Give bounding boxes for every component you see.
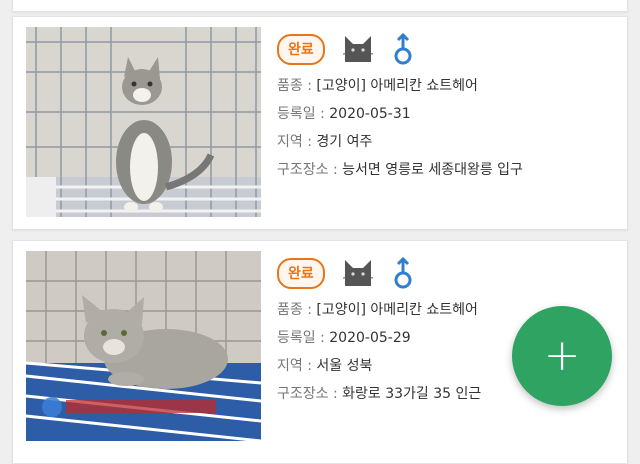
cat-icon: [341, 256, 375, 290]
region-label: 지역 :: [277, 358, 317, 374]
previous-listing-card[interactable]: [12, 0, 628, 12]
date-label: 등록일 :: [277, 106, 330, 122]
region-label: 지역 :: [277, 134, 317, 150]
date-label: 등록일 :: [277, 330, 330, 346]
breed-label: 품종 :: [277, 78, 317, 94]
rescue-label: 구조장소 :: [277, 386, 343, 402]
listing-icons: 완료: [277, 29, 617, 69]
rescue-label: 구조장소 :: [277, 162, 343, 178]
date-value: 2020-05-29: [329, 330, 411, 346]
status-badge: 완료: [277, 257, 325, 289]
listing-card[interactable]: 완료 품종 : [고양이] 아메리칸 쇼트헤어 등록일 : 2020-: [12, 16, 628, 230]
animal-photo[interactable]: [26, 251, 261, 441]
date-value: 2020-05-31: [329, 106, 411, 122]
rescue-value: 능서면 영릉로 세종대왕릉 입구: [342, 162, 523, 178]
cat-icon: [341, 32, 375, 66]
breed-value: [고양이] 아메리칸 쇼트헤어: [316, 302, 478, 318]
rescue-value: 화랑로 33가길 35 인근: [342, 386, 482, 402]
listing-icons: 완료: [277, 253, 617, 293]
status-badge: 완료: [277, 33, 325, 65]
region-line: 지역 : 경기 여주: [277, 131, 617, 153]
listing-info: 완료 품종 : [고양이] 아메리칸 쇼트헤어 등록일 : 2020-: [277, 29, 617, 181]
plus-icon: +: [543, 330, 581, 381]
breed-label: 품종 :: [277, 302, 317, 318]
breed-line: 품종 : [고양이] 아메리칸 쇼트헤어: [277, 75, 617, 97]
add-listing-button[interactable]: +: [512, 306, 612, 406]
region-value: 경기 여주: [316, 134, 373, 150]
date-line: 등록일 : 2020-05-31: [277, 103, 617, 125]
male-icon: [391, 256, 415, 290]
cat-in-cage-photo: [26, 27, 261, 217]
breed-value: [고양이] 아메리칸 쇼트헤어: [316, 78, 478, 94]
region-value: 서울 성북: [316, 358, 373, 374]
rescue-line: 구조장소 : 능서면 영릉로 세종대왕릉 입구: [277, 159, 617, 181]
cat-lying-photo: [26, 251, 261, 441]
male-icon: [391, 32, 415, 66]
animal-photo[interactable]: [26, 27, 261, 217]
